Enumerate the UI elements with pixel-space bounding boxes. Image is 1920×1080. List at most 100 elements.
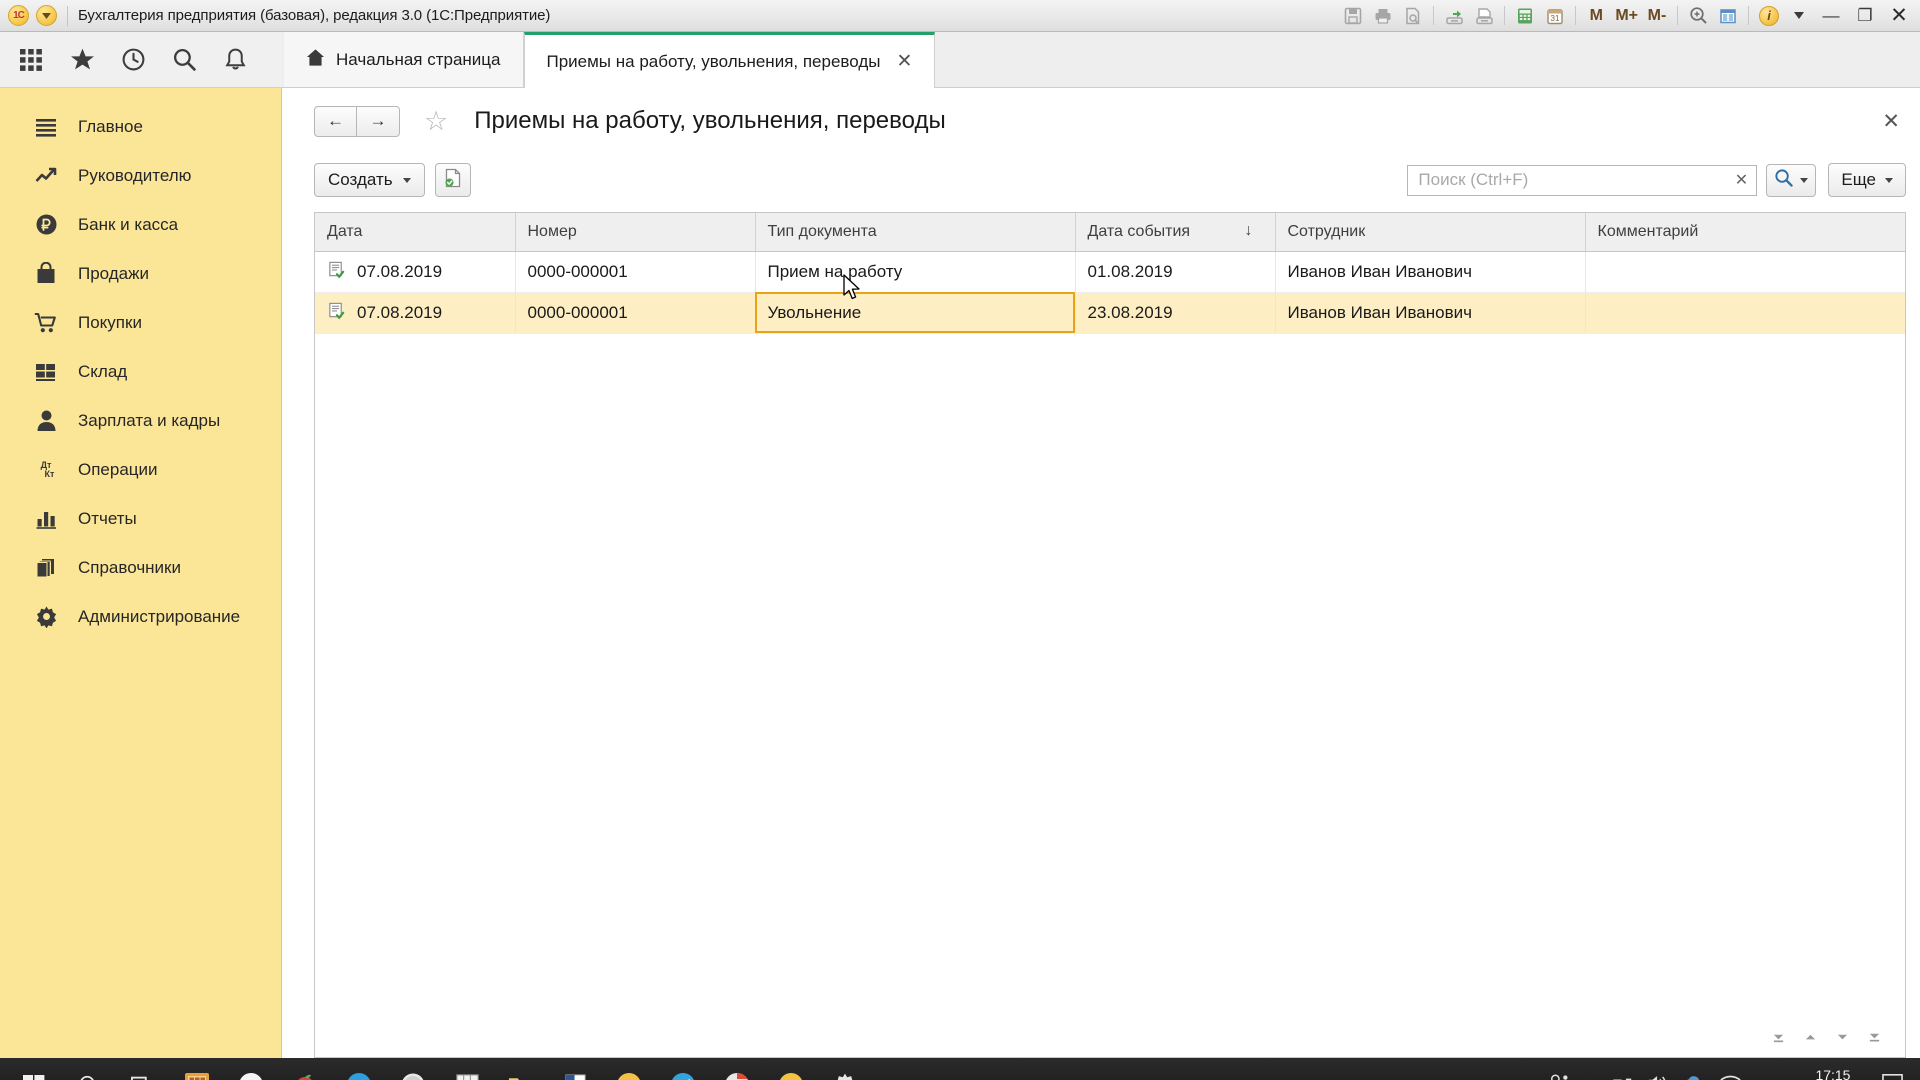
cell-event-date[interactable]: 23.08.2019 [1075, 292, 1276, 334]
cloud-icon[interactable] [1682, 1074, 1706, 1080]
last-row-icon[interactable] [1862, 1027, 1887, 1048]
sidebar-item-warehouse[interactable]: Склад [0, 347, 281, 396]
taskbar-chrome-icon[interactable] [710, 1058, 764, 1080]
sidebar-item-manager[interactable]: Руководителю [0, 151, 281, 200]
cell-employee[interactable]: Иванов Иван Иванович [1275, 292, 1586, 334]
close-button[interactable]: ✕ [1882, 3, 1916, 29]
split-window-icon[interactable] [1713, 3, 1743, 29]
more-menu-button[interactable]: Еще [1828, 163, 1906, 197]
print-preview-icon[interactable] [1398, 3, 1428, 29]
cell-doc-type[interactable]: Прием на работу [755, 251, 1076, 293]
cell-date[interactable]: 07.08.2019 [315, 292, 516, 334]
taskbar-yandex-icon[interactable]: Y [224, 1058, 278, 1080]
cell-date[interactable]: 07.08.2019 [315, 251, 516, 293]
export-file-icon [443, 168, 463, 193]
chevron-down-icon[interactable] [1784, 3, 1814, 29]
taskbar-search-icon[interactable] [62, 1058, 116, 1080]
column-header-doc-type[interactable]: Тип документа [755, 213, 1076, 252]
search-clear-icon[interactable]: ✕ [1730, 170, 1752, 190]
taskbar-1c-icon-2[interactable]: 1C [602, 1058, 656, 1080]
taskbar-app-icon[interactable] [278, 1058, 332, 1080]
column-header-event-date[interactable]: Дата события ↓ [1075, 213, 1276, 252]
taskbar-telegram-icon[interactable] [656, 1058, 710, 1080]
memory-recall-button[interactable]: M [1581, 3, 1611, 29]
task-view-icon[interactable] [116, 1058, 170, 1080]
table-row[interactable]: 07.08.2019 0000-000001 Увольнение 23.08.… [315, 292, 1905, 334]
tab-home[interactable]: Начальная страница [284, 32, 524, 87]
zoom-in-icon[interactable] [1683, 3, 1713, 29]
network-icon[interactable] [1612, 1074, 1634, 1080]
sidebar-item-reports[interactable]: Отчеты [0, 494, 281, 543]
info-icon[interactable]: i [1754, 3, 1784, 29]
link-print-icon[interactable] [1469, 3, 1499, 29]
cell-event-date[interactable]: 01.08.2019 [1075, 251, 1276, 293]
add-favorite-star-icon[interactable]: ☆ [424, 106, 448, 137]
table-row[interactable]: 07.08.2019 0000-000001 Прием на работу 0… [315, 251, 1905, 293]
people-share-icon[interactable] [1548, 1073, 1570, 1080]
apps-grid-icon[interactable] [14, 43, 48, 77]
sidebar-item-operations[interactable]: Дт Кт Операции [0, 445, 281, 494]
calendar-icon[interactable]: 31 [1540, 3, 1570, 29]
print-icon[interactable] [1368, 3, 1398, 29]
taskbar-explorer-icon[interactable] [494, 1058, 548, 1080]
sidebar-item-purchases[interactable]: Покупки [0, 298, 281, 347]
tab-close-icon[interactable]: ✕ [896, 50, 912, 73]
taskbar-word-icon[interactable]: W [548, 1058, 602, 1080]
sidebar-item-bank-cash[interactable]: Банк и касса [0, 200, 281, 249]
volume-icon[interactable] [1647, 1073, 1669, 1080]
taskbar-skype-icon[interactable]: S [332, 1058, 386, 1080]
taskbar-spreadsheet-icon[interactable] [440, 1058, 494, 1080]
title-separator [67, 5, 68, 26]
column-header-employee[interactable]: Сотрудник [1275, 213, 1586, 252]
cell-doc-type-selected[interactable]: Увольнение [755, 292, 1076, 334]
windows-start-icon[interactable] [6, 1073, 62, 1080]
info-glyph: i [1759, 5, 1779, 26]
calculator-icon[interactable] [1510, 3, 1540, 29]
wifi-icon[interactable] [1719, 1074, 1742, 1080]
column-header-date[interactable]: Дата [315, 213, 516, 252]
taskbar-settings-gear-icon[interactable] [818, 1058, 872, 1080]
export-button[interactable] [434, 163, 471, 197]
cell-number[interactable]: 0000-000001 [515, 251, 756, 293]
save-icon[interactable] [1338, 3, 1368, 29]
memory-subtract-button[interactable]: M- [1642, 3, 1672, 29]
search-icon[interactable] [167, 43, 201, 77]
cell-comment[interactable] [1585, 292, 1905, 334]
cell-employee[interactable]: Иванов Иван Иванович [1275, 251, 1586, 293]
first-row-icon[interactable] [1766, 1027, 1791, 1048]
taskbar-1c-active-icon[interactable]: 1C [764, 1058, 818, 1080]
history-clock-icon[interactable] [116, 43, 150, 77]
prev-row-icon[interactable] [1798, 1027, 1823, 1048]
sidebar-item-main[interactable]: Главное [0, 102, 281, 151]
back-button[interactable]: ← [314, 105, 357, 137]
cell-number[interactable]: 0000-000001 [515, 292, 756, 334]
forward-button[interactable]: → [357, 105, 400, 137]
search-button[interactable] [1766, 163, 1817, 197]
taskbar-1c-icon[interactable] [170, 1058, 224, 1080]
search-input[interactable] [1418, 170, 1731, 190]
notifications-bell-icon[interactable] [218, 43, 252, 77]
page-close-button[interactable]: ✕ [1882, 109, 1906, 134]
create-button[interactable]: Создать [314, 163, 425, 197]
sidebar-item-administration[interactable]: Администрирование [0, 592, 281, 641]
minimize-button[interactable]: — [1814, 3, 1848, 29]
sidebar-item-sales[interactable]: Продажи [0, 249, 281, 298]
memory-add-button[interactable]: M+ [1611, 3, 1642, 29]
column-header-number[interactable]: Номер [515, 213, 756, 252]
column-header-comment[interactable]: Комментарий [1585, 213, 1905, 252]
search-field[interactable]: ✕ [1407, 164, 1758, 196]
restore-button[interactable]: ❐ [1848, 3, 1882, 29]
tab-hr-documents[interactable]: Приемы на работу, увольнения, переводы ✕ [523, 32, 936, 88]
notifications-icon[interactable]: 3 [1881, 1072, 1904, 1080]
next-row-icon[interactable] [1830, 1027, 1855, 1048]
cell-comment[interactable] [1585, 251, 1905, 293]
sidebar-item-catalogs[interactable]: Справочники [0, 543, 281, 592]
link-export-icon[interactable] [1439, 3, 1469, 29]
favorites-star-icon[interactable] [65, 43, 99, 77]
language-indicator[interactable]: РУС [1755, 1077, 1785, 1080]
sidebar-item-salary-hr[interactable]: Зарплата и кадры [0, 396, 281, 445]
taskbar-media-icon[interactable] [386, 1058, 440, 1080]
tray-chevron-up-icon[interactable] [1583, 1075, 1599, 1080]
clock[interactable]: 17:15 07.08.2019 [1798, 1067, 1868, 1080]
main-menu-dropdown-button[interactable] [36, 5, 57, 26]
